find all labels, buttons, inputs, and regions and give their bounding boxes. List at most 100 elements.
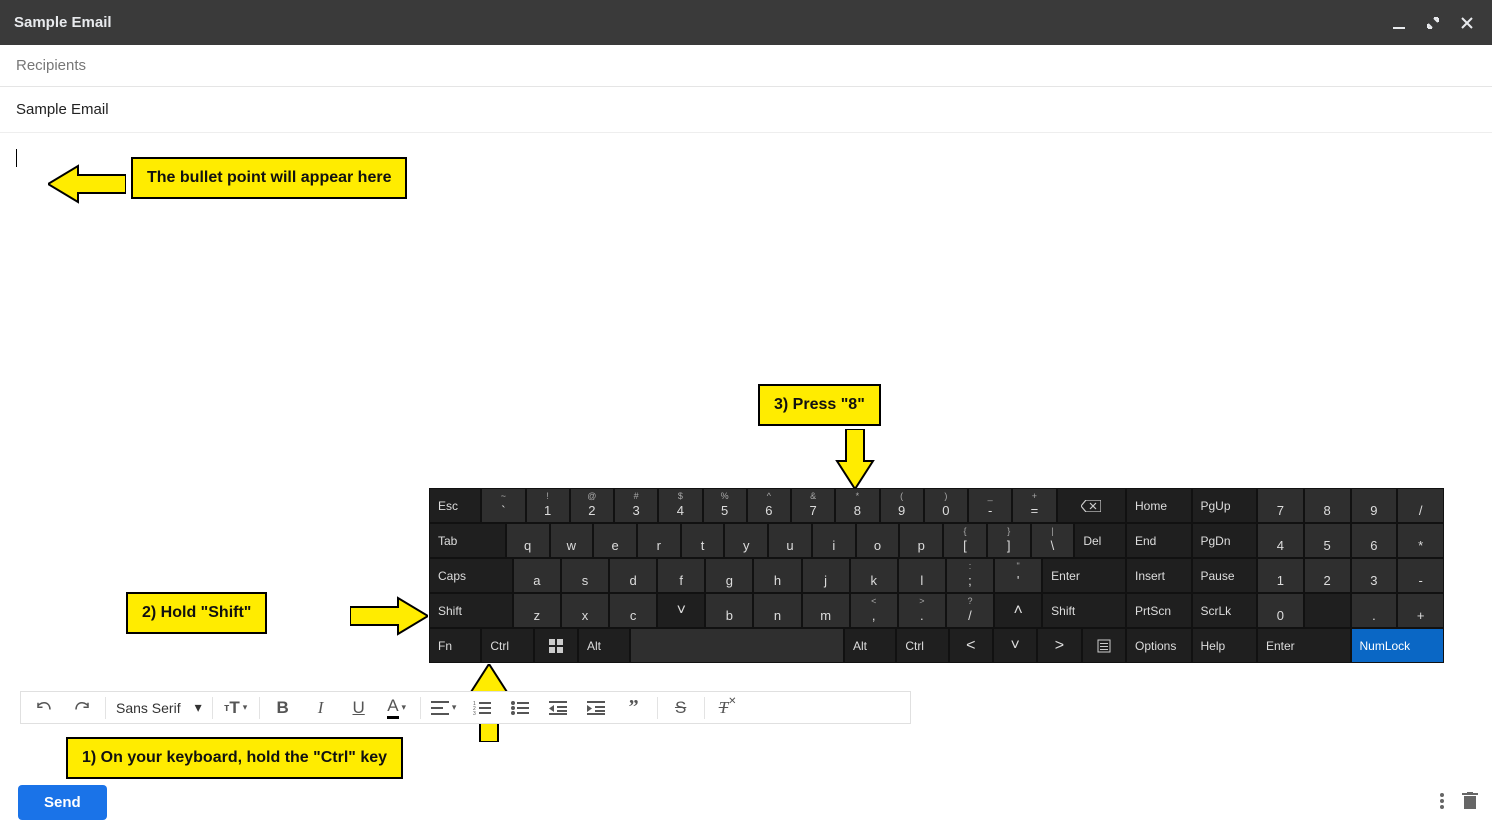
key-alt[interactable]: Alt [579,629,629,662]
key-f[interactable]: f [658,559,704,592]
key-fn[interactable]: Fn [430,629,480,662]
key-alt[interactable]: Alt [845,629,895,662]
key-[interactable]: }] [988,524,1030,557]
key-[interactable]: > [1038,629,1080,662]
key-a[interactable]: a [514,559,560,592]
key-3[interactable]: 3 [1352,559,1397,592]
trash-button[interactable] [1462,792,1478,810]
key-[interactable]: <, [851,594,897,627]
key-m[interactable]: m [803,594,849,627]
key-g[interactable]: g [706,559,752,592]
key-5[interactable]: 5 [1305,524,1350,557]
key-blank[interactable] [1305,594,1350,627]
key-7[interactable]: &7 [792,489,834,522]
textcolor-button[interactable]: A▾ [378,692,416,724]
key-h[interactable]: h [754,559,800,592]
key-l[interactable]: l [899,559,945,592]
key-win[interactable] [535,629,577,662]
key-[interactable]: < [950,629,992,662]
key-9[interactable]: (9 [881,489,923,522]
key-4[interactable]: 4 [1258,524,1303,557]
key-0[interactable]: 0 [1258,594,1303,627]
recipients-field[interactable]: Recipients [0,45,1492,87]
key-1[interactable]: !1 [527,489,569,522]
key-[interactable]: >. [899,594,945,627]
popout-button[interactable] [1422,12,1444,34]
bold-button[interactable]: B [264,692,302,724]
key-s[interactable]: s [562,559,608,592]
key-y[interactable]: y [725,524,767,557]
key-6[interactable]: ^6 [748,489,790,522]
key-[interactable]: * [1398,524,1443,557]
key-[interactable]: |\ [1032,524,1074,557]
key-tab[interactable]: Tab [430,524,505,557]
key-o[interactable]: o [857,524,899,557]
key-help[interactable]: Help [1193,629,1257,662]
key-space[interactable] [631,629,843,662]
key-[interactable]: "' [995,559,1041,592]
key-9[interactable]: 9 [1352,489,1397,522]
key-k[interactable]: k [851,559,897,592]
redo-button[interactable] [63,692,101,724]
key-j[interactable]: j [803,559,849,592]
close-button[interactable] [1456,12,1478,34]
key-b[interactable]: b [706,594,752,627]
key-8[interactable]: *8 [836,489,878,522]
more-options-button[interactable] [1440,793,1444,809]
fontsize-button[interactable]: тT▾ [217,692,255,724]
key-[interactable]: ˄ [995,594,1041,627]
key-[interactable]: ~` [482,489,524,522]
minimize-button[interactable] [1388,12,1410,34]
key-shift[interactable]: Shift [430,594,512,627]
key-home[interactable]: Home [1127,489,1191,522]
key-[interactable]: {[ [944,524,986,557]
key-p[interactable]: p [900,524,942,557]
key-3[interactable]: #3 [615,489,657,522]
key-menu[interactable] [1083,629,1125,662]
key-pause[interactable]: Pause [1193,559,1257,592]
key-d[interactable]: d [610,559,656,592]
key-2[interactable]: @2 [571,489,613,522]
key-0[interactable]: )0 [925,489,967,522]
key-4[interactable]: $4 [659,489,701,522]
key-v[interactable]: ˅ [994,629,1036,662]
indent-less-button[interactable] [539,692,577,724]
key-pgup[interactable]: PgUp [1193,489,1257,522]
italic-button[interactable]: I [302,692,340,724]
key-e[interactable]: e [594,524,636,557]
key-[interactable]: . [1352,594,1397,627]
key-[interactable]: + [1398,594,1443,627]
key-caps[interactable]: Caps [430,559,512,592]
font-select[interactable]: Sans Serif ▾ [110,699,208,716]
key-numlock[interactable]: NumLock [1352,629,1444,662]
underline-button[interactable]: U [340,692,378,724]
key-ctrl[interactable]: Ctrl [482,629,532,662]
key-[interactable]: :; [947,559,993,592]
key-8[interactable]: 8 [1305,489,1350,522]
key-[interactable]: += [1013,489,1055,522]
numbered-list-button[interactable]: 123 [463,692,501,724]
align-button[interactable]: ▾ [425,692,463,724]
key-insert[interactable]: Insert [1127,559,1191,592]
key-c[interactable]: c [610,594,656,627]
key-2[interactable]: 2 [1305,559,1350,592]
key-prtscn[interactable]: PrtScn [1127,594,1191,627]
quote-button[interactable]: ” [615,692,653,724]
key-esc[interactable]: Esc [430,489,480,522]
bullet-list-button[interactable] [501,692,539,724]
key-q[interactable]: q [507,524,549,557]
undo-button[interactable] [25,692,63,724]
key-scrlk[interactable]: ScrLk [1193,594,1257,627]
key-[interactable]: / [1398,489,1443,522]
key-i[interactable]: i [813,524,855,557]
key-v[interactable]: ˅ [658,594,704,627]
key-[interactable]: ?/ [947,594,993,627]
key-6[interactable]: 6 [1352,524,1397,557]
key-1[interactable]: 1 [1258,559,1303,592]
key-pgdn[interactable]: PgDn [1193,524,1257,557]
key-n[interactable]: n [754,594,800,627]
key-enter[interactable]: Enter [1043,559,1125,592]
subject-field[interactable]: Sample Email [0,87,1492,133]
key-end[interactable]: End [1127,524,1191,557]
key-bksp[interactable] [1058,489,1126,522]
